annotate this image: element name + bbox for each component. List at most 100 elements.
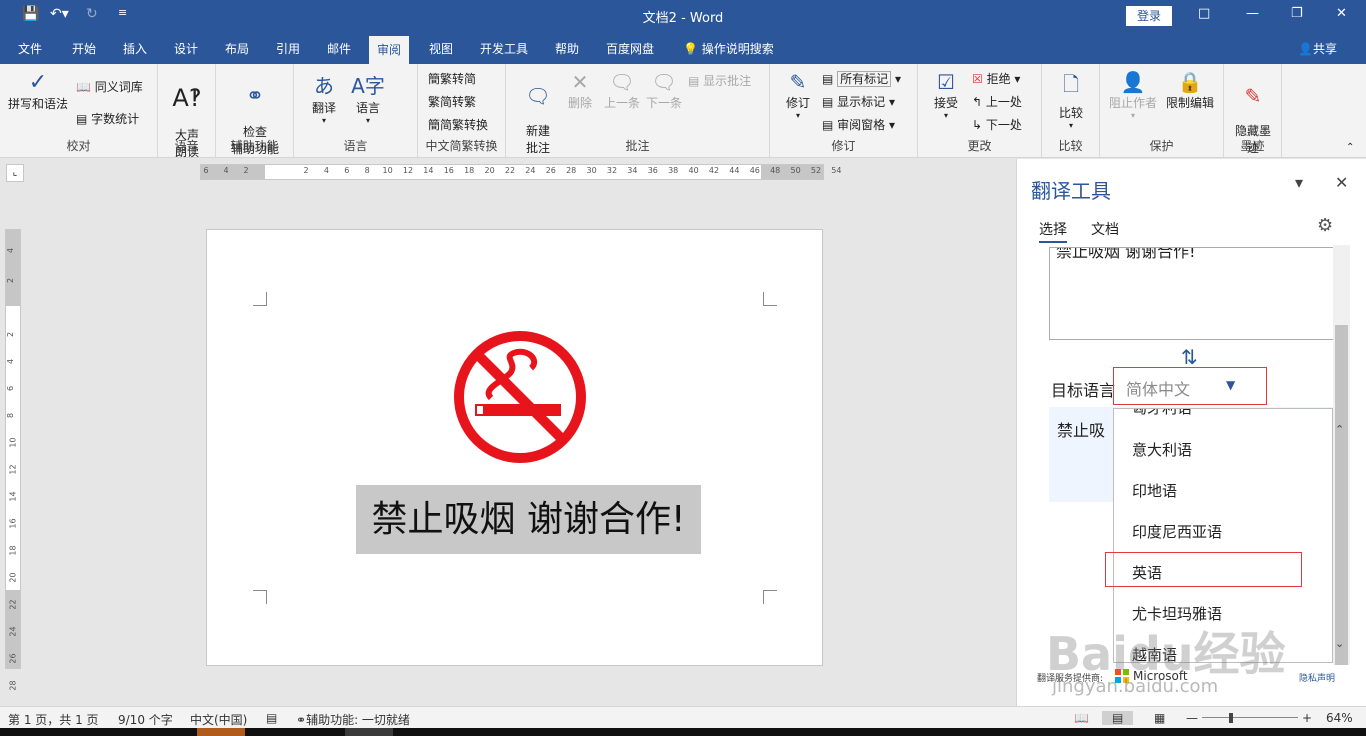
tab-view[interactable]: 视图 (429, 40, 453, 57)
tab-review[interactable]: 审阅 (369, 36, 410, 64)
word-count[interactable]: 9/10 个字 (118, 711, 173, 728)
language-icon: A字 (351, 74, 385, 98)
markup-value: 所有标记 (837, 71, 892, 87)
group-label-ink: 墨迹 (1240, 139, 1265, 153)
zoom-in-icon[interactable]: + (1302, 711, 1312, 725)
tab-selector[interactable]: ⌞ (6, 164, 24, 182)
document-page[interactable]: 禁止吸烟 谢谢合作! (206, 229, 823, 666)
language-option[interactable]: 印地语 (1132, 480, 1177, 501)
language-option[interactable]: 匈牙利语 (1132, 409, 1192, 418)
restrict-editing-button[interactable]: 🔒 限制编辑 (1162, 70, 1218, 111)
to-traditional-button[interactable]: 繁简转繁 (428, 93, 476, 110)
language-option[interactable]: 印度尼西亚语 (1132, 521, 1222, 542)
markup-select[interactable]: ▤ 所有标记 ▾ (822, 70, 901, 87)
tab-layout[interactable]: 布局 (225, 40, 249, 57)
pane-scroll-thumb[interactable] (1335, 325, 1348, 665)
show-markup-icon: ▤ (822, 95, 834, 109)
minimize-icon[interactable]: — (1246, 6, 1259, 21)
tab-file[interactable]: 文件 (18, 40, 42, 57)
web-layout-icon[interactable]: ▦ (1154, 711, 1165, 725)
hide-ink-button[interactable]: ✎ 隐藏墨 迹 (1230, 70, 1276, 170)
tab-mailings[interactable]: 邮件 (327, 40, 351, 57)
pane-options-icon[interactable]: ▾ (1295, 173, 1303, 192)
block-authors-button[interactable]: 👤 阻止作者 ▾ (1106, 70, 1160, 120)
language-button[interactable]: A字 语言 ▾ (348, 70, 388, 125)
spelling-grammar-button[interactable]: ✓ 拼写和语法 (8, 70, 68, 112)
scroll-up-icon[interactable]: ⌃ (1335, 423, 1344, 436)
ribbon-display-icon[interactable]: □ (1198, 6, 1210, 21)
compare-button[interactable]: 🗋 比较 ▾ (1052, 70, 1090, 130)
no-smoking-sign-icon[interactable] (451, 328, 589, 466)
vertical-ruler[interactable]: 4 2 2 4 6 8 10 12 14 16 18 20 22 24 26 28 (5, 229, 21, 691)
tab-developer[interactable]: 开发工具 (480, 40, 528, 57)
tab-home[interactable]: 开始 (72, 40, 96, 57)
macro-icon[interactable]: ▤ (266, 711, 277, 725)
source-text: 禁止吸烟 谢谢合作! (1056, 247, 1196, 261)
print-layout-icon[interactable]: ▤ (1102, 711, 1134, 725)
tab-document[interactable]: 文档 (1091, 219, 1119, 239)
target-language-select[interactable]: 简体中文 ▼ (1113, 367, 1267, 405)
login-button[interactable]: 登录 (1126, 6, 1172, 26)
close-icon[interactable]: ✕ (1336, 6, 1347, 21)
language-status[interactable]: 中文(中国) (190, 711, 247, 728)
to-simplified-button[interactable]: 簡繁转简 (428, 70, 476, 87)
document-text[interactable]: 禁止吸烟 谢谢合作! (356, 485, 701, 554)
vruler-tick: 24 (8, 626, 18, 637)
group-speech: A‽ 大声 朗读 语音 (158, 64, 216, 159)
share-button[interactable]: 👤共享 (1298, 40, 1337, 57)
group-label-chinese: 中文简繁转换 (425, 139, 498, 153)
accept-button[interactable]: ☑ 接受 ▾ (928, 70, 964, 120)
reject-button[interactable]: ☒ 拒绝 ▾ (972, 70, 1020, 87)
ruler-tick: 46 (749, 166, 760, 175)
tab-insert[interactable]: 插入 (123, 40, 147, 57)
vruler-margin-top (6, 230, 20, 306)
zoom-slider-thumb[interactable] (1229, 713, 1233, 723)
review-pane-button[interactable]: ▤ 审阅窗格 ▾ (822, 116, 895, 133)
zoom-out-icon[interactable]: — (1186, 711, 1198, 725)
collapse-ribbon-icon[interactable]: ⌃ (1346, 142, 1354, 153)
group-accessibility: ⚭ 检查 辅助功能 辅助功能 (216, 64, 294, 158)
thesaurus-button[interactable]: 📖 同义词库 (76, 78, 143, 95)
pane-close-icon[interactable]: ✕ (1335, 173, 1348, 192)
gear-icon[interactable]: ⚙ (1317, 215, 1333, 236)
pane-scrollbar[interactable]: ⌃ ⌄ (1333, 245, 1350, 665)
taskbar-app-word[interactable] (345, 728, 393, 736)
zoom-level[interactable]: 64% (1326, 711, 1353, 725)
convert-button[interactable]: 簡简繁转换 (428, 116, 488, 133)
translate-button[interactable]: あ 翻译 ▾ (304, 70, 344, 125)
word-count-button[interactable]: ▤ 字数统计 (76, 110, 139, 127)
track-changes-button[interactable]: ✎ 修订 ▾ (780, 70, 816, 120)
swap-languages-icon[interactable]: ⇅ (1181, 345, 1198, 369)
vruler-tick: 26 (8, 653, 18, 664)
group-label-compare: 比较 (1058, 139, 1083, 153)
cigarette-tip (477, 406, 483, 414)
tab-baidu-netdisk[interactable]: 百度网盘 (606, 40, 654, 57)
prev-comment-button[interactable]: 🗨 上一条 (602, 70, 642, 111)
language-option[interactable]: 意大利语 (1132, 439, 1192, 460)
next-comment-button[interactable]: 🗨 下一条 (644, 70, 684, 111)
zoom-slider[interactable] (1202, 717, 1298, 718)
scroll-down-icon[interactable]: ⌄ (1335, 637, 1344, 650)
source-text-box[interactable]: 禁止吸烟 谢谢合作! (1049, 247, 1334, 340)
tab-help[interactable]: 帮助 (555, 40, 579, 57)
taskbar-app[interactable] (197, 728, 245, 736)
tab-selection[interactable]: 选择 (1039, 219, 1067, 243)
show-comments-button[interactable]: ▤ 显示批注 (688, 72, 751, 89)
check-accessibility-button[interactable]: ⚭ 检查 辅助功能 (222, 70, 288, 171)
prev-change-button[interactable]: ↰ 上一处 (972, 93, 1022, 110)
horizontal-ruler[interactable]: 6 4 2 2 4 6 8 10 12 14 16 18 20 22 24 26 28 30 32 34 36 38 40 4… (200, 164, 841, 180)
privacy-link[interactable]: 隐私声明 (1299, 671, 1335, 684)
tab-references[interactable]: 引用 (276, 40, 300, 57)
restore-icon[interactable]: ❐ (1291, 6, 1303, 21)
delete-comment-button[interactable]: ✕ 删除 (562, 70, 598, 111)
read-mode-icon[interactable]: 📖 (1074, 711, 1089, 725)
tell-me-search[interactable]: 💡 操作说明搜索 (683, 40, 774, 57)
tab-design[interactable]: 设计 (174, 40, 198, 57)
page-count[interactable]: 第 1 页，共 1 页 (8, 711, 99, 728)
new-comment-button[interactable]: 🗨 新建 批注 (518, 70, 558, 170)
ruler-tick: 8 (364, 166, 370, 175)
accessibility-status[interactable]: ⚭辅助功能: 一切就绪 (296, 711, 410, 728)
show-markup-button[interactable]: ▤ 显示标记 ▾ (822, 93, 895, 110)
ruler-tick: 2 (243, 166, 249, 175)
next-change-button[interactable]: ↳ 下一处 (972, 116, 1022, 133)
